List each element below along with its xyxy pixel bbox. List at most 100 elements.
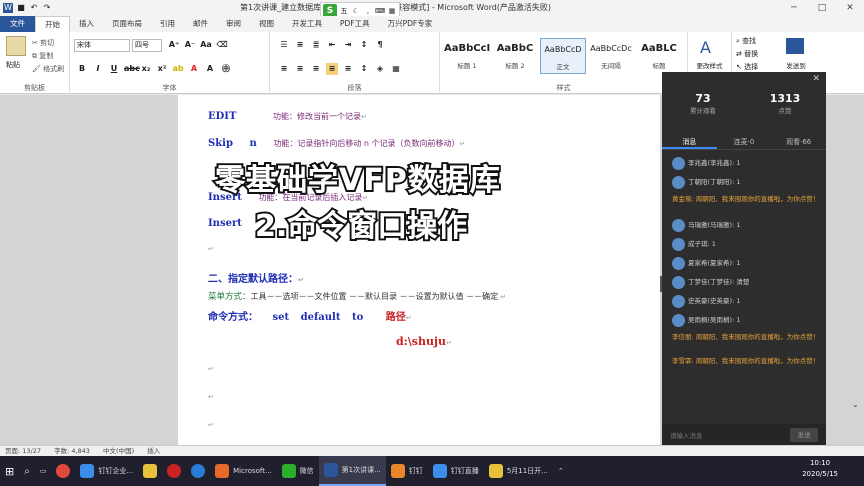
paste-icon[interactable] <box>6 36 26 56</box>
find-button[interactable]: ⌕ 查找 <box>736 36 756 46</box>
scroll-arrow-icon[interactable]: ⌄ <box>852 400 860 440</box>
subscript-icon[interactable]: x₂ <box>140 63 152 75</box>
italic-icon[interactable]: I <box>92 63 104 75</box>
style-normal[interactable]: AaBbCcD 正文 <box>540 38 586 74</box>
save-icon[interactable]: ■ <box>16 3 26 13</box>
search-button[interactable]: ⌕ <box>19 456 35 486</box>
style-title[interactable]: AaBLC 标题 <box>636 38 682 74</box>
tray-chevron[interactable]: ⌃ <box>553 456 569 486</box>
app-wechat[interactable]: 微信 <box>277 456 319 486</box>
tab-home[interactable]: 开始 <box>35 16 70 32</box>
justify-icon[interactable]: ≡ <box>326 63 338 75</box>
format-painter-button[interactable]: 🖌 格式刷 <box>32 64 64 74</box>
select-button[interactable]: ↖ 选择 <box>736 62 758 72</box>
style-no-spacing[interactable]: AaBbCcDc 无间隔 <box>588 38 634 74</box>
shrink-font-icon[interactable]: A⁻ <box>184 39 196 51</box>
style-heading-2[interactable]: AaBbC 标题 2 <box>492 38 538 74</box>
app-dingtalk[interactable]: 钉钉 <box>386 456 428 486</box>
font-size-select[interactable]: 四号 <box>132 39 162 52</box>
change-styles-icon[interactable]: A <box>700 38 711 57</box>
ime-mode[interactable]: 五 <box>339 6 349 16</box>
shading-icon[interactable]: ◈ <box>374 63 386 75</box>
align-center-icon[interactable]: ≡ <box>294 63 306 75</box>
underline-icon[interactable]: U <box>108 63 120 75</box>
paste-button[interactable]: 粘贴 <box>6 60 20 70</box>
page-indicator[interactable]: 页面: 13/27 <box>5 447 41 455</box>
cut-button[interactable]: ✂ 剪切 <box>32 38 54 48</box>
font-name-select[interactable]: 宋体 <box>74 39 130 52</box>
keyboard-icon[interactable]: ⌨ <box>375 7 385 15</box>
close-icon[interactable]: ✕ <box>836 0 864 16</box>
start-button[interactable]: ⊞ <box>0 456 19 486</box>
tab-view[interactable]: 视图 <box>250 16 283 32</box>
clear-format-icon[interactable]: ⌫ <box>216 39 228 51</box>
app-notes[interactable] <box>138 456 162 486</box>
app-word[interactable]: 第1次讲课... <box>318 456 386 486</box>
message-input[interactable]: 请输入消息 <box>670 430 703 440</box>
char-shading-icon[interactable]: A <box>204 63 216 75</box>
app-dingtalk-live[interactable]: 钉钉直播 <box>428 456 484 486</box>
word-count[interactable]: 字数: 4,843 <box>54 447 90 455</box>
send-to-icon[interactable] <box>786 38 804 54</box>
show-marks-icon[interactable]: ¶ <box>374 39 386 51</box>
font-color-icon[interactable]: A <box>188 63 200 75</box>
align-right-icon[interactable]: ≡ <box>310 63 322 75</box>
borders-icon[interactable]: ▦ <box>390 63 402 75</box>
close-icon[interactable]: ✕ <box>812 74 820 84</box>
tab-developer[interactable]: 开发工具 <box>283 16 331 32</box>
maximize-icon[interactable]: □ <box>808 0 836 16</box>
send-to-button[interactable]: 发送到 <box>776 60 816 70</box>
app-microsoft[interactable]: Microsoft... <box>210 456 277 486</box>
enclose-char-icon[interactable]: ㊥ <box>220 63 232 75</box>
punctuation-icon[interactable]: , <box>363 7 373 15</box>
multilevel-icon[interactable]: ≣ <box>310 39 322 51</box>
tab-watching[interactable]: 观看·66 <box>771 134 826 149</box>
app-recorder[interactable] <box>162 456 186 486</box>
app-meeting[interactable]: 5月11日开... <box>484 456 553 486</box>
tab-file[interactable]: 文件 <box>0 16 35 32</box>
sort-icon[interactable]: ↕ <box>358 39 370 51</box>
doc-line-skip: Skip n 功能：记录指针向后移动 n 个记录（负数向前移动）↵ <box>208 138 465 149</box>
language[interactable]: 中文(中国) <box>103 447 134 455</box>
increase-indent-icon[interactable]: ⇥ <box>342 39 354 51</box>
tab-insert[interactable]: 插入 <box>70 16 103 32</box>
tab-mic[interactable]: 连麦·0 <box>717 134 772 149</box>
change-styles-button[interactable]: 更改样式 <box>688 60 731 70</box>
tab-pdf-expert[interactable]: 万兴PDF专家 <box>379 16 442 32</box>
highlight-icon[interactable]: ab <box>172 63 184 75</box>
minimize-icon[interactable]: ─ <box>780 0 808 16</box>
chat-message-text: 史英豪(史英豪): 1 <box>688 297 741 305</box>
strikethrough-icon[interactable]: abc <box>124 63 140 75</box>
app-edge[interactable] <box>186 456 210 486</box>
decrease-indent-icon[interactable]: ⇤ <box>326 39 338 51</box>
send-button[interactable]: 发送 <box>790 428 818 442</box>
change-case-icon[interactable]: Aa <box>200 39 212 51</box>
style-heading-1[interactable]: AaBbCcI 标题 1 <box>444 38 490 74</box>
line-spacing-icon[interactable]: ↕ <box>358 63 370 75</box>
numbering-icon[interactable]: ≡ <box>294 39 306 51</box>
copy-button[interactable]: ⧉ 复制 <box>32 51 53 61</box>
document-page[interactable]: EDIT 功能：修改当前一个记录↵ Skip n 功能：记录指针向后移动 n 个… <box>178 95 660 445</box>
align-left-icon[interactable]: ≡ <box>278 63 290 75</box>
tab-mailings[interactable]: 邮件 <box>184 16 217 32</box>
system-clock[interactable]: 10:10 2020/5/15 <box>802 458 838 480</box>
insert-mode[interactable]: 插入 <box>147 447 160 455</box>
distribute-icon[interactable]: ≡ <box>342 63 354 75</box>
tab-pdf-tools[interactable]: PDF工具 <box>331 16 379 32</box>
app-dingtalk-enterprise[interactable]: 钉钉企业... <box>75 456 138 486</box>
replace-button[interactable]: ⇄ 替换 <box>736 49 758 59</box>
moon-icon[interactable]: ☾ <box>351 7 361 15</box>
grid-icon[interactable]: ▦ <box>387 7 397 15</box>
bullets-icon[interactable]: ☰ <box>278 39 290 51</box>
taskview-button[interactable]: ▭ <box>35 456 52 486</box>
superscript-icon[interactable]: x² <box>156 63 168 75</box>
tab-layout[interactable]: 页面布局 <box>103 16 151 32</box>
undo-icon[interactable]: ↶ <box>29 3 39 13</box>
tab-review[interactable]: 审阅 <box>217 16 250 32</box>
bold-icon[interactable]: B <box>76 63 88 75</box>
tab-references[interactable]: 引用 <box>151 16 184 32</box>
grow-font-icon[interactable]: A⁺ <box>168 39 180 51</box>
app-chrome[interactable] <box>51 456 75 486</box>
redo-icon[interactable]: ↷ <box>42 3 52 13</box>
tab-messages[interactable]: 消息 <box>662 134 717 149</box>
